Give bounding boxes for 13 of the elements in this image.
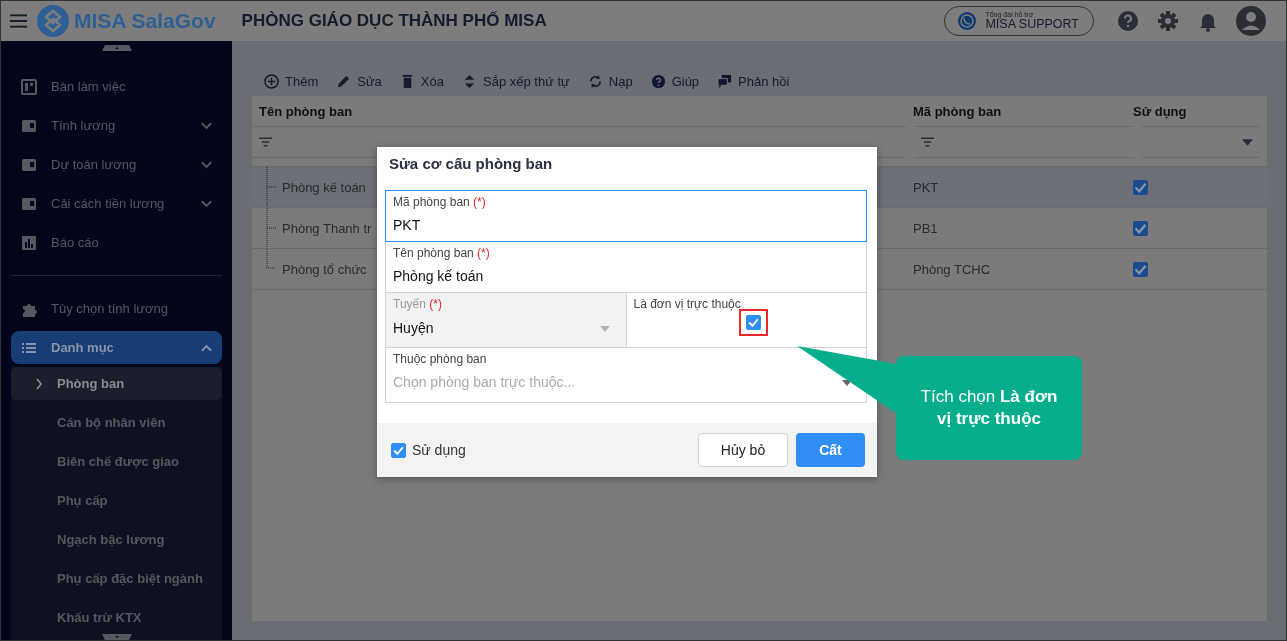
dialog-title: Sửa cơ cấu phòng ban	[388, 154, 554, 174]
page-title: PHÒNG GIÁO DỤC THÀNH PHỐ MISA	[241, 11, 547, 31]
table-cell: PB1	[913, 220, 938, 236]
field-label: Mã phòng ban (*)	[393, 195, 487, 209]
table-cell: Phòng tổ chức	[282, 261, 367, 277]
field-label: Tên phòng ban (*)	[393, 246, 491, 260]
app-logo-text: MISA SalaGov	[74, 9, 216, 33]
table-cell: Phòng Thanh tr	[282, 220, 372, 236]
table-cell: Phòng kế toán	[282, 179, 366, 195]
field-label: Thuộc phòng ban	[393, 352, 488, 366]
field-label: Là đơn vị trực thuộc	[633, 297, 742, 311]
table-cell: PKT	[913, 179, 939, 195]
table-cell: Phòng TCHC	[913, 261, 991, 277]
